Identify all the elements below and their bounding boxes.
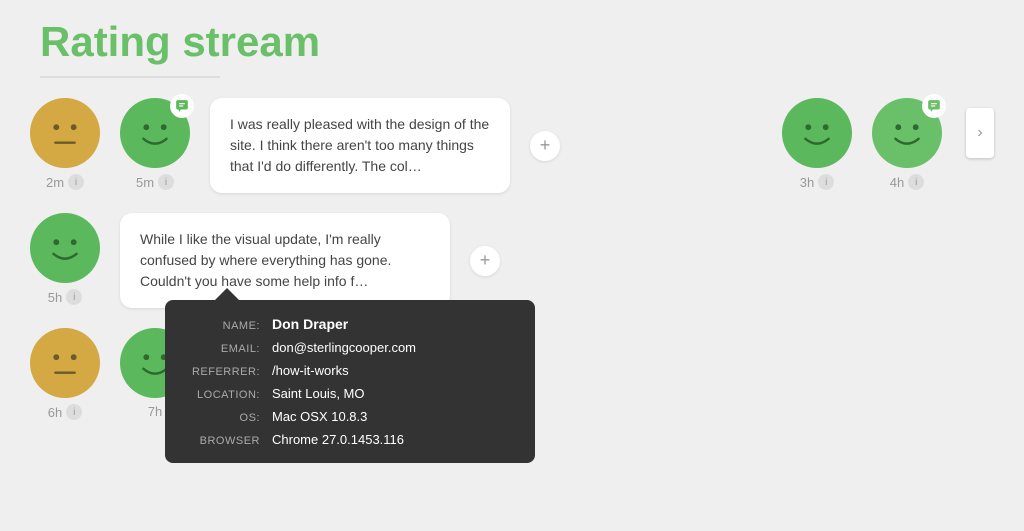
smiley-time-4: 4h i — [890, 174, 924, 190]
tooltip-browser-row: BROWSER Chrome 27.0.1453.116 — [185, 432, 515, 447]
smiley-happy-2 — [120, 98, 190, 168]
tooltip-browser-label: BROWSER — [185, 435, 260, 447]
smiley-item-6: 6h i — [30, 328, 100, 420]
smiley-neutral-1 — [30, 98, 100, 168]
tooltip-os-label: OS: — [185, 412, 260, 424]
smiley-item-1: 2m i — [30, 98, 100, 190]
tooltip-referrer-row: REFERRER: /how-it-works — [185, 363, 515, 378]
comment-bubble-1: I was really pleased with the design of … — [210, 98, 510, 193]
tooltip-os-row: OS: Mac OSX 10.8.3 — [185, 409, 515, 424]
info-icon-3[interactable]: i — [818, 174, 834, 190]
title-divider — [40, 76, 220, 78]
smiley-happy-4 — [872, 98, 942, 168]
tooltip-email-label: EMAIL: — [185, 343, 260, 355]
face-neutral-svg-6 — [36, 334, 94, 392]
smiley-item-4: 4h i — [872, 98, 942, 190]
smiley-time-5: 5h i — [48, 289, 82, 305]
next-arrow-btn[interactable]: › — [966, 108, 994, 158]
smiley-neutral-6 — [30, 328, 100, 398]
smiley-time-7: 7h — [148, 404, 162, 419]
tooltip-email-value: don@sterlingcooper.com — [272, 340, 416, 355]
smiley-happy-5 — [30, 213, 100, 283]
smiley-item-5: 5h i — [30, 213, 100, 305]
smiley-time-2: 5m i — [136, 174, 174, 190]
tooltip-location-label: LOCATION: — [185, 389, 260, 401]
face-neutral-svg — [36, 104, 94, 162]
smiley-time-3: 3h i — [800, 174, 834, 190]
tooltip-arrow — [215, 288, 239, 300]
stream-row-2: 5h i While I like the visual update, I'm… — [30, 213, 994, 308]
chat-icon — [175, 99, 189, 113]
tooltip-name-label: NAME: — [185, 320, 260, 332]
chat-badge-4 — [922, 94, 946, 118]
tooltip-email-row: EMAIL: don@sterlingcooper.com — [185, 340, 515, 355]
tooltip-name-row: NAME: Don Draper — [185, 316, 515, 332]
info-icon-2[interactable]: i — [158, 174, 174, 190]
smiley-item-3: 3h i — [782, 98, 852, 190]
smiley-item-2: 5m i — [120, 98, 190, 190]
tooltip-location-value: Saint Louis, MO — [272, 386, 365, 401]
tooltip-name-value: Don Draper — [272, 316, 348, 332]
tooltip-os-value: Mac OSX 10.8.3 — [272, 409, 367, 424]
tooltip-location-row: LOCATION: Saint Louis, MO — [185, 386, 515, 401]
page-container: Rating stream 2m i — [0, 0, 1024, 531]
expand-comment-btn-1[interactable]: + — [530, 131, 560, 161]
smiley-happy-3 — [782, 98, 852, 168]
tooltip-browser-value: Chrome 27.0.1453.116 — [272, 432, 404, 447]
info-icon-5[interactable]: i — [66, 289, 82, 305]
face-happy-svg-3 — [788, 104, 846, 162]
chat-icon-4 — [927, 99, 941, 113]
expand-comment-btn-2[interactable]: + — [470, 246, 500, 276]
smiley-time-6: 6h i — [48, 404, 82, 420]
comment-bubble-2: While I like the visual update, I'm real… — [120, 213, 450, 308]
info-icon-1[interactable]: i — [68, 174, 84, 190]
info-icon-6[interactable]: i — [66, 404, 82, 420]
stream-row-1: 2m i — [30, 98, 994, 193]
info-icon-4[interactable]: i — [908, 174, 924, 190]
tooltip-referrer-label: REFERRER: — [185, 366, 260, 378]
smiley-time-1: 2m i — [46, 174, 84, 190]
tooltip-referrer-value: /how-it-works — [272, 363, 349, 378]
face-happy-svg-5 — [36, 219, 94, 277]
chat-badge-2 — [170, 94, 194, 118]
user-info-tooltip: NAME: Don Draper EMAIL: don@sterlingcoop… — [165, 300, 535, 463]
page-title: Rating stream — [0, 0, 1024, 76]
